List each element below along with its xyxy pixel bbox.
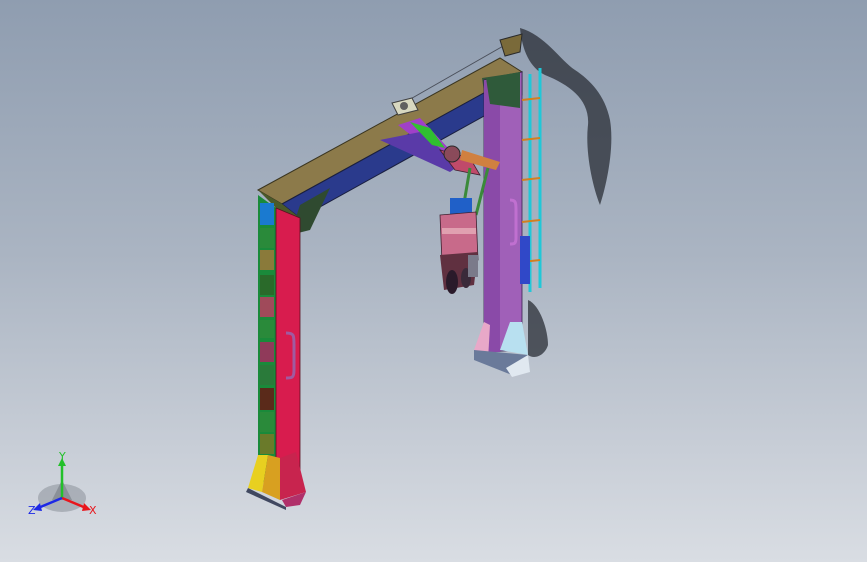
gantry-model[interactable] xyxy=(0,0,867,562)
shadow xyxy=(520,28,612,357)
left-column xyxy=(246,195,306,510)
top-beam xyxy=(256,57,523,235)
right-column xyxy=(474,71,530,377)
x-axis-label: X xyxy=(89,504,97,517)
pulley-bracket xyxy=(499,33,523,57)
y-axis-label: Y xyxy=(59,450,66,463)
ladder xyxy=(520,68,542,292)
graphics-viewport[interactable]: Y Z X xyxy=(0,0,867,562)
z-axis-label: Z xyxy=(28,504,36,517)
